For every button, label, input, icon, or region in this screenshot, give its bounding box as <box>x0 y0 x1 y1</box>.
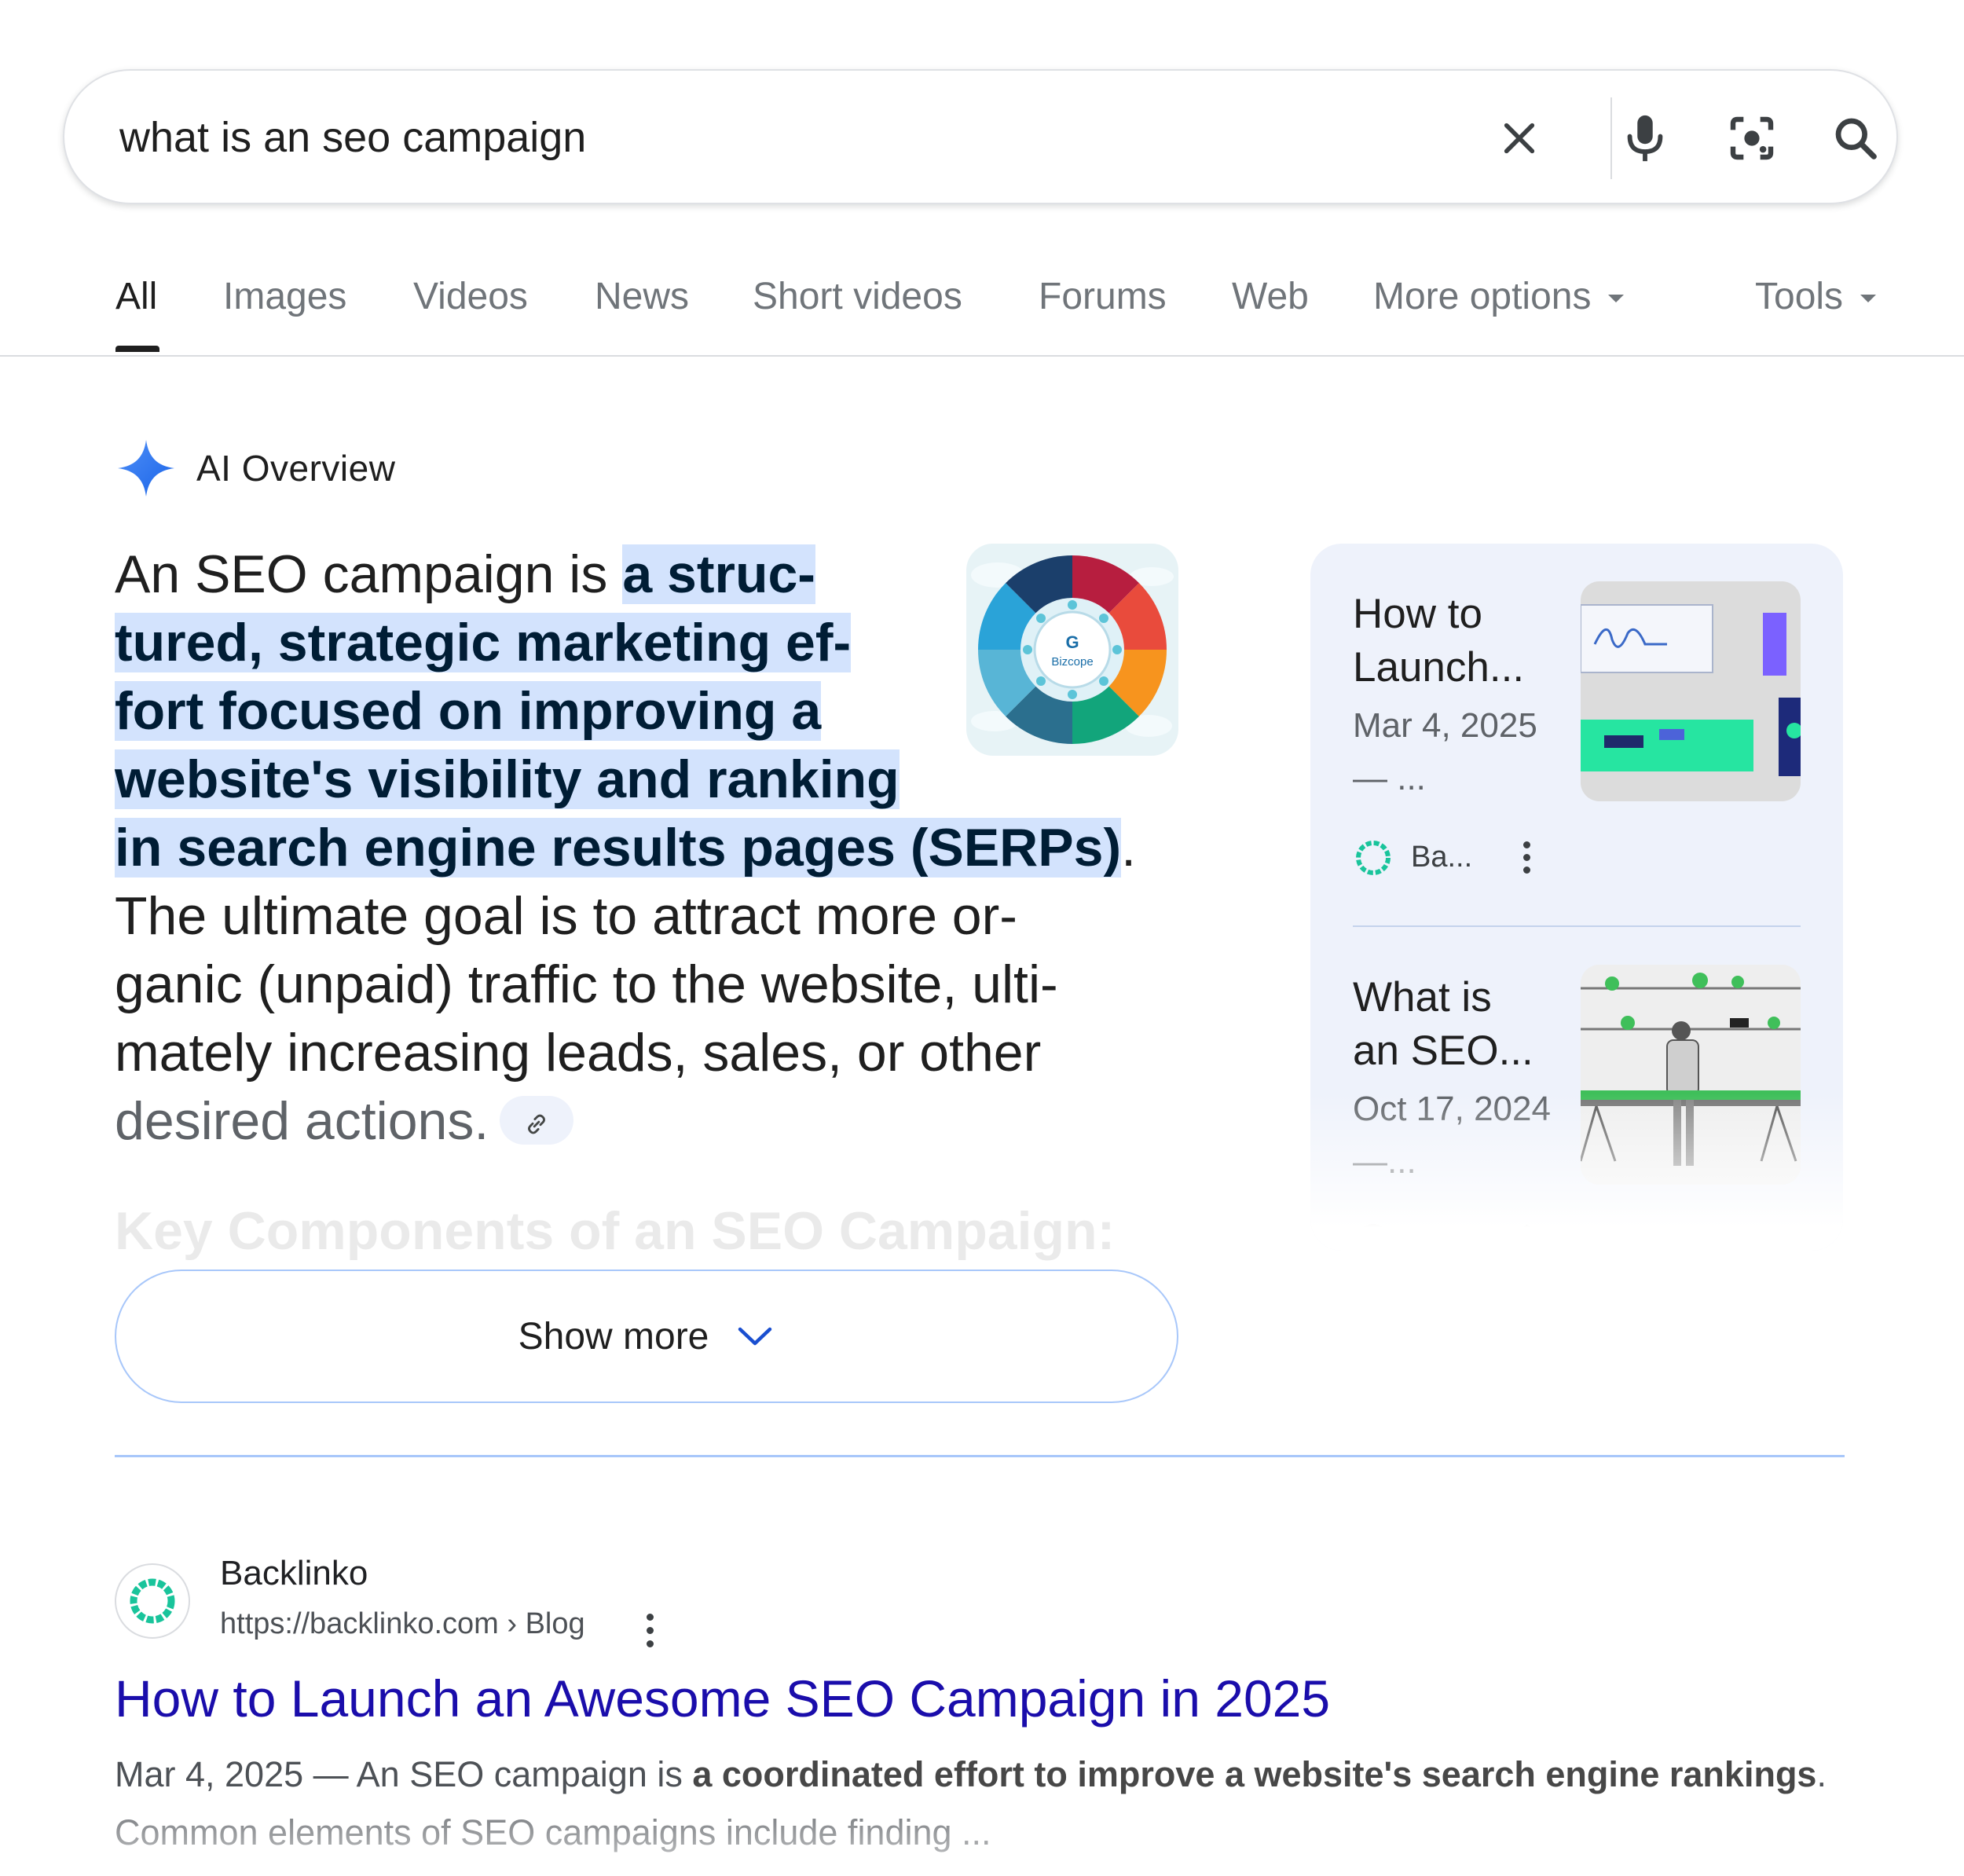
ai-text-line: in search engine results pages (SERPs). <box>115 814 1199 882</box>
ai-text-line: desired actions. <box>115 1087 1199 1156</box>
ai-overview-header: AI Overview <box>115 437 395 500</box>
faded-section-heading: Key Components of an SEO Campaign: <box>115 1201 1116 1261</box>
source-card-site: Ba... <box>1411 841 1473 874</box>
source-card-title: What is an SEO... <box>1353 974 1533 1074</box>
ai-highlight: tured, strategic marketing ef- <box>115 613 852 672</box>
result-snippet: Mar 4, 2025 — An SEO campaign is a coord… <box>115 1746 1906 1862</box>
source-card-site: SE... <box>1411 1224 1476 1251</box>
source-card-title: How to Launch... <box>1353 591 1525 691</box>
more-vert-icon[interactable] <box>638 1609 661 1653</box>
show-more-button[interactable]: Show more <box>115 1270 1178 1403</box>
result-url[interactable]: https://backlinko.com › Blog <box>220 1607 585 1641</box>
source-card-image <box>1581 965 1801 1185</box>
campaign-illustration <box>1581 581 1801 801</box>
more-vert-icon[interactable] <box>1515 1218 1538 1251</box>
search-tabs: All Images Videos News Short videos Foru… <box>0 259 1964 357</box>
backlinko-logo-icon <box>130 1578 175 1624</box>
tools-label: Tools <box>1755 276 1844 317</box>
semrush-favicon <box>1356 1224 1391 1251</box>
ai-overview-title: AI Overview <box>196 448 396 489</box>
ai-text-segment: The ultimate goal is to attract more or- <box>115 886 1017 946</box>
snippet-bold-text: a coordinated effort to improve a websit… <box>692 1754 1817 1794</box>
seo-wheel-image: G Bizcope <box>971 555 1174 745</box>
tab-news[interactable]: News <box>595 275 689 318</box>
chevron-down-icon <box>1860 295 1877 303</box>
chevron-down-icon <box>1608 295 1625 303</box>
ai-highlight: fort focused on improving a <box>115 681 822 741</box>
svg-text:G: G <box>1065 632 1079 652</box>
search-bar <box>63 69 1898 204</box>
chevron-down-icon <box>738 1327 772 1346</box>
tools-button[interactable]: Tools <box>1755 275 1877 318</box>
source-card[interactable]: What is an SEO... Oct 17, 2024 —... SE..… <box>1353 965 1801 1251</box>
tab-images[interactable]: Images <box>223 275 346 318</box>
tab-short-videos[interactable]: Short videos <box>753 275 962 318</box>
lens-icon[interactable] <box>1720 107 1783 170</box>
citation-link-button[interactable] <box>500 1096 574 1145</box>
result-title-link[interactable]: How to Launch an Awesome SEO Campaign in… <box>115 1669 1330 1728</box>
ai-text-segment: ganic (unpaid) traffic to the website, u… <box>115 954 1058 1014</box>
ai-overview-thumbnail[interactable]: G Bizcope <box>966 544 1178 756</box>
search-icon[interactable] <box>1824 107 1887 170</box>
show-more-label: Show more <box>518 1315 709 1358</box>
ai-highlight: in search engine results pages (SERPs) <box>115 818 1122 878</box>
source-card[interactable]: How to Launch... Mar 4, 2025 — ... Ba... <box>1353 581 1801 949</box>
search-results-page: All Images Videos News Short videos Foru… <box>0 0 1964 1876</box>
ai-sources-panel: How to Launch... Mar 4, 2025 — ... Ba...… <box>1310 544 1843 1251</box>
result-site-name[interactable]: Backlinko <box>220 1554 368 1593</box>
close-icon[interactable] <box>1488 107 1551 170</box>
tab-forums[interactable]: Forums <box>1039 275 1167 318</box>
microphone-icon[interactable] <box>1614 107 1676 170</box>
ai-overview-divider <box>115 1455 1845 1457</box>
ai-text-line: website's visibility and ranking <box>115 746 1199 814</box>
source-card-date: Oct 17, 2024 —... <box>1353 1090 1551 1181</box>
backlinko-favicon <box>1356 841 1391 875</box>
tabs-divider <box>0 355 1964 357</box>
search-input[interactable] <box>119 102 1455 173</box>
snippet-text: — An SEO campaign is <box>303 1754 693 1794</box>
ai-text-line: ganic (unpaid) traffic to the website, u… <box>115 951 1199 1019</box>
tab-more-options[interactable]: More options <box>1373 275 1625 318</box>
search-bar-divider <box>1610 97 1612 179</box>
tab-web[interactable]: Web <box>1232 275 1309 318</box>
source-card-date: Mar 4, 2025 — ... <box>1353 706 1537 797</box>
ai-text-line: The ultimate goal is to attract more or- <box>115 882 1199 951</box>
snippet-date: Mar 4, 2025 <box>115 1754 304 1794</box>
result-favicon[interactable] <box>115 1563 190 1639</box>
thumbnail-brand-label: Bizcope <box>1051 655 1093 669</box>
ai-text-segment: An SEO campaign is <box>115 544 623 604</box>
tab-all[interactable]: All <box>115 275 157 318</box>
active-tab-indicator <box>115 346 159 352</box>
tab-videos[interactable]: Videos <box>413 275 528 318</box>
workspace-illustration <box>1581 965 1801 1185</box>
ai-text-line: mately increasing leads, sales, or other <box>115 1019 1199 1087</box>
source-card-image <box>1581 581 1801 801</box>
ai-text-segment: . <box>1121 818 1137 878</box>
more-vert-icon[interactable] <box>1515 834 1538 881</box>
ai-text-segment: desired actions. <box>115 1091 489 1151</box>
ai-highlight: a struc- <box>622 544 815 604</box>
ai-highlight: website's visibility and ranking <box>115 749 900 809</box>
source-card-divider <box>1353 925 1801 927</box>
more-options-label: More options <box>1373 276 1592 317</box>
gemini-sparkle-icon <box>118 440 174 496</box>
ai-text-segment: mately increasing leads, sales, or other <box>115 1023 1042 1083</box>
link-icon <box>528 1114 546 1134</box>
